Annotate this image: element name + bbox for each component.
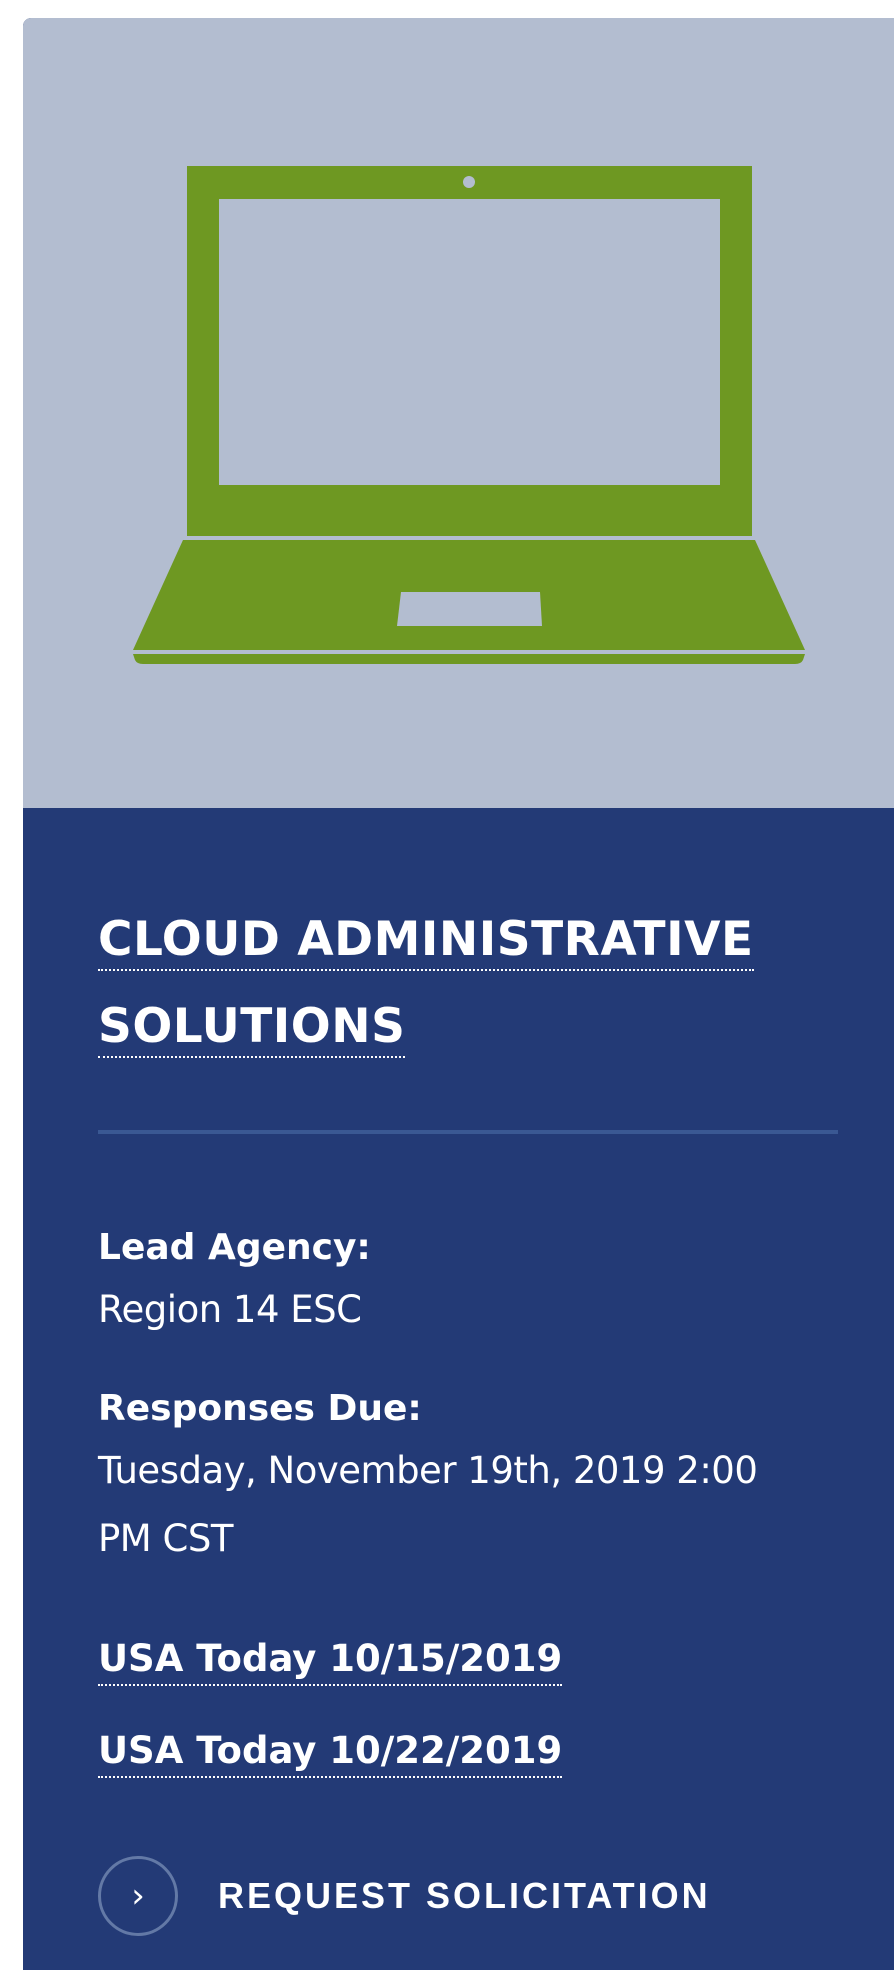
notice-link-1[interactable]: USA Today 10/15/2019 bbox=[98, 1634, 563, 1686]
solicitation-card: CLOUD ADMINISTRATIVE SOLUTIONS Lead Agen… bbox=[23, 18, 894, 1970]
divider bbox=[98, 1130, 838, 1134]
responses-due-label: Responses Due: bbox=[98, 1388, 422, 1429]
title-line-2: SOLUTIONS bbox=[98, 999, 406, 1058]
chevron-right-icon: › bbox=[98, 1856, 178, 1936]
notice-link-2[interactable]: USA Today 10/22/2019 bbox=[98, 1726, 563, 1778]
card-body: CLOUD ADMINISTRATIVE SOLUTIONS Lead Agen… bbox=[23, 808, 894, 1970]
request-solicitation-button[interactable]: › REQUEST SOLICITATION bbox=[98, 1853, 711, 1939]
request-solicitation-label: REQUEST SOLICITATION bbox=[218, 1875, 711, 1916]
responses-due-value: Tuesday, November 19th, 2019 2:00 PM CST bbox=[98, 1449, 758, 1560]
card-image bbox=[23, 18, 894, 808]
solicitation-title-link[interactable]: CLOUD ADMINISTRATIVE SOLUTIONS bbox=[98, 896, 798, 1070]
lead-agency-value: Region 14 ESC bbox=[98, 1288, 362, 1331]
title-line-1: CLOUD ADMINISTRATIVE bbox=[98, 912, 754, 971]
lead-agency-label: Lead Agency: bbox=[98, 1227, 371, 1268]
laptop-icon bbox=[131, 166, 807, 664]
